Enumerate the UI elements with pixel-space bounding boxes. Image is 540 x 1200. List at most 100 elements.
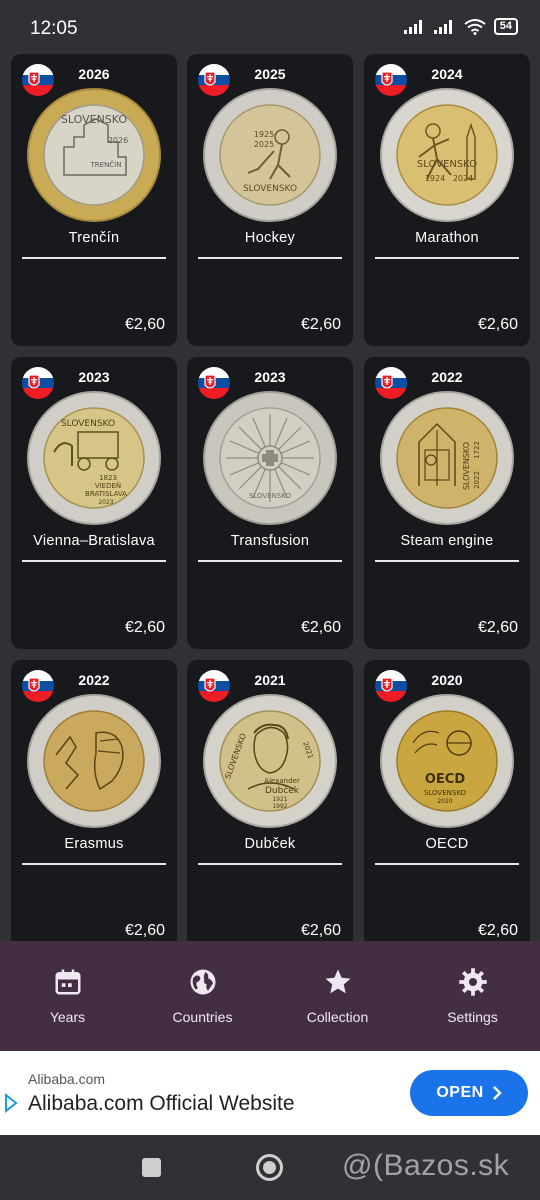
coin-year: 2022 <box>431 369 463 385</box>
divider <box>375 257 519 259</box>
svg-text:OECD: OECD <box>425 772 465 787</box>
divider <box>22 257 166 259</box>
coin-name: Trenčín <box>68 230 120 246</box>
coin-price: €2,60 <box>300 922 341 939</box>
nav-label: Countries <box>172 1009 233 1025</box>
battery-indicator: 54 <box>493 18 518 35</box>
system-navigation-bar: @(Bazos.sk <box>0 1135 540 1200</box>
svg-text:SLOVENSKO: SLOVENSKO <box>61 113 127 126</box>
divider <box>22 863 166 865</box>
watermark: @(Bazos.sk <box>342 1149 510 1182</box>
coin-image: SLOVENSKO 2026 TRENČÍN <box>27 88 161 222</box>
gear-icon <box>458 968 487 996</box>
nav-years[interactable]: Years <box>0 941 135 1051</box>
coin-price: €2,60 <box>477 619 518 636</box>
svg-text:BRATISLAVA: BRATISLAVA <box>85 490 127 498</box>
coin-name: Vienna–Bratislava <box>33 533 155 549</box>
svg-text:1925: 1925 <box>254 130 274 139</box>
coin-price: €2,60 <box>124 619 165 636</box>
ad-source: Alibaba.com <box>28 1071 106 1087</box>
svg-text:SLOVENSKO: SLOVENSKO <box>61 419 115 429</box>
ad-open-button[interactable]: OPEN <box>410 1070 528 1116</box>
home-button[interactable] <box>256 1154 283 1181</box>
coin-price: €2,60 <box>124 316 165 333</box>
coin-image <box>27 694 161 828</box>
svg-text:1924: 1924 <box>425 174 445 183</box>
svg-text:1921: 1921 <box>272 796 287 803</box>
coin-name: Dubček <box>244 836 296 852</box>
svg-text:1992: 1992 <box>272 803 287 810</box>
svg-text:2024: 2024 <box>453 174 473 183</box>
coin-card[interactable]: 2023 SLOVENSKO Transfusion €2,60 <box>187 357 353 649</box>
svg-text:2022: 2022 <box>473 471 481 489</box>
coin-year: 2021 <box>254 672 286 688</box>
coin-image: SLOVENSKO <box>203 391 337 525</box>
coin-name: Transfusion <box>230 533 310 549</box>
coin-grid: 2026 SLOVENSKO 2026 TRENČÍN Trenčín €2,6… <box>0 48 540 941</box>
coin-price: €2,60 <box>300 619 341 636</box>
svg-text:Alexander: Alexander <box>264 777 300 785</box>
recents-button[interactable] <box>142 1158 161 1177</box>
star-icon <box>325 969 350 994</box>
divider <box>198 257 342 259</box>
coin-image: SLOVENSKO 1722 2022 <box>380 391 514 525</box>
chevron-right-icon <box>492 1086 502 1100</box>
coin-price: €2,60 <box>477 316 518 333</box>
nav-label: Settings <box>447 1009 498 1025</box>
coin-image: SLOVENSKO Alexander Dubček 1921 1992 202… <box>203 694 337 828</box>
signal-2-icon <box>433 19 452 34</box>
coin-image: SLOVENSKO 1924 2024 <box>380 88 514 222</box>
coin-year: 2026 <box>78 66 110 82</box>
status-time: 12:05 <box>30 18 78 39</box>
coin-name: Erasmus <box>64 836 124 852</box>
coin-price: €2,60 <box>477 922 518 939</box>
wifi-icon <box>464 18 486 35</box>
ad-title[interactable]: Alibaba.com Official Website <box>28 1092 295 1116</box>
coin-name: Marathon <box>415 230 479 246</box>
coin-price: €2,60 <box>300 316 341 333</box>
coin-card[interactable]: 2023 SLOVENSKO 1823 VIEDEŇ BRATISLAVA 20… <box>11 357 177 649</box>
coin-year: 2020 <box>431 672 463 688</box>
coin-name: OECD <box>425 836 469 852</box>
divider <box>22 560 166 562</box>
ad-choices-icon[interactable] <box>4 1093 18 1113</box>
coin-card[interactable]: 2022 Erasmus €2,60 <box>11 660 177 941</box>
svg-text:2025: 2025 <box>254 140 274 149</box>
divider <box>198 560 342 562</box>
coin-name: Hockey <box>244 230 296 246</box>
coin-card[interactable]: 2024 SLOVENSKO 1924 2024 Marathon €2,60 <box>364 54 530 346</box>
svg-text:1823: 1823 <box>99 474 117 482</box>
coin-image: OECD SLOVENSKO 2020 <box>380 694 514 828</box>
coin-year: 2022 <box>78 672 110 688</box>
svg-text:1722: 1722 <box>473 441 481 459</box>
coin-image: SLOVENSKO 1823 VIEDEŇ BRATISLAVA 2023 <box>27 391 161 525</box>
svg-text:SLOVENSKO: SLOVENSKO <box>462 442 471 490</box>
nav-collection[interactable]: Collection <box>270 941 405 1051</box>
ad-button-label: OPEN <box>436 1084 484 1101</box>
svg-text:2026: 2026 <box>108 136 128 145</box>
coin-name: Steam engine <box>400 533 494 549</box>
signal-icon <box>403 19 422 34</box>
coin-year: 2023 <box>78 369 110 385</box>
divider <box>375 560 519 562</box>
coin-card[interactable]: 2021 SLOVENSKO Alexander Dubček 1921 199… <box>187 660 353 941</box>
nav-label: Years <box>49 1009 86 1025</box>
svg-text:2020: 2020 <box>437 798 452 805</box>
coin-year: 2024 <box>431 66 463 82</box>
coin-year: 2025 <box>254 66 286 82</box>
bottom-navigation: Years Countries Collection Settings <box>0 941 540 1051</box>
coin-card[interactable]: 2020 OECD SLOVENSKO 2020 OECD €2,60 <box>364 660 530 941</box>
coin-card[interactable]: 2025 1925 2025 SLOVENSKO Hockey €2,60 <box>187 54 353 346</box>
coin-card[interactable]: 2026 SLOVENSKO 2026 TRENČÍN Trenčín €2,6… <box>11 54 177 346</box>
coin-price: €2,60 <box>124 922 165 939</box>
coin-card[interactable]: 2022 SLOVENSKO 1722 2022 Steam engine €2… <box>364 357 530 649</box>
globe-icon <box>190 969 215 995</box>
coin-year: 2023 <box>254 369 286 385</box>
nav-label: Collection <box>306 1009 369 1025</box>
nav-countries[interactable]: Countries <box>135 941 270 1051</box>
ad-banner[interactable]: Alibaba.com Alibaba.com Official Website… <box>0 1051 540 1135</box>
svg-text:Dubček: Dubček <box>265 785 300 796</box>
nav-settings[interactable]: Settings <box>405 941 540 1051</box>
divider <box>375 863 519 865</box>
svg-text:VIEDEŇ: VIEDEŇ <box>95 481 121 490</box>
